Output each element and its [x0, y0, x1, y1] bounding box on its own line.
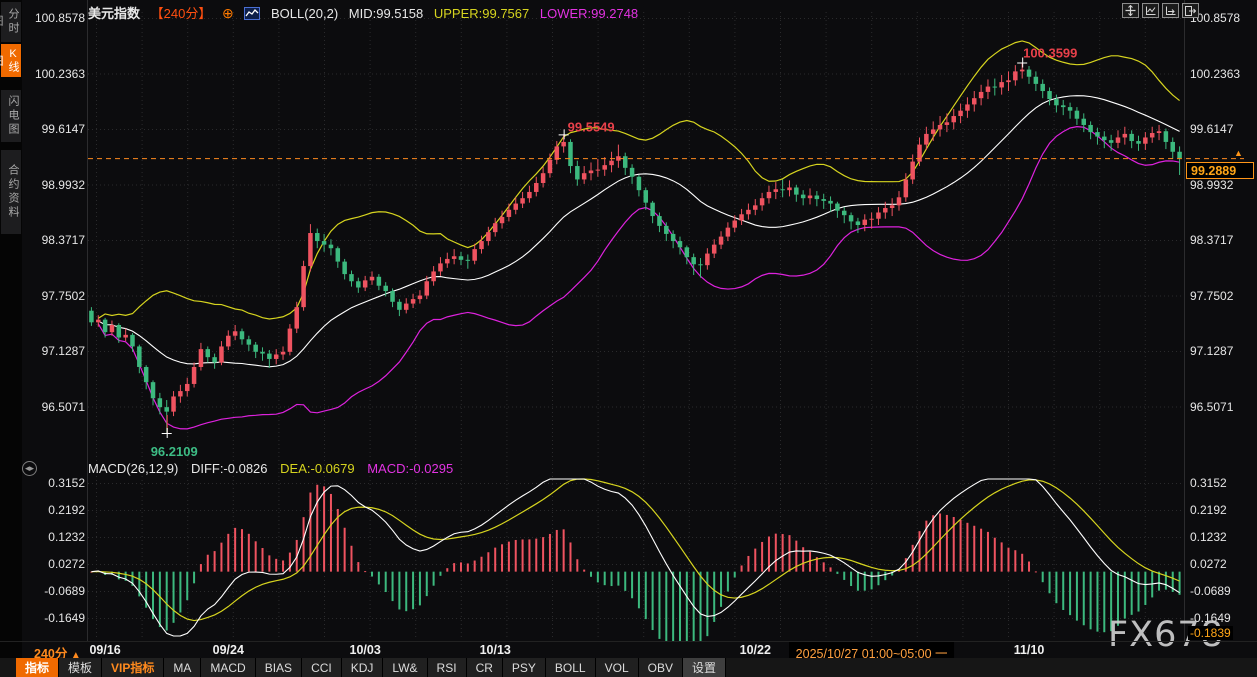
price-axis-label-right: 97.1287 [1190, 344, 1234, 358]
macd-axis-label-left: 0.0272 [48, 557, 85, 571]
x-axis-date-label: 10/22 [739, 643, 771, 657]
period-label: 【240分】 [150, 6, 212, 21]
macd-indicator-label: MACD(26,12,9) [88, 461, 179, 476]
boll-lower-value: LOWER:99.2748 [539, 6, 639, 21]
toolbar-item-模板[interactable]: 模板 [59, 658, 103, 677]
price-axis-label-right: 99.6147 [1190, 122, 1234, 136]
toolbar-item-LW&[interactable]: LW& [383, 658, 428, 677]
macd-axis-label-left: 0.1232 [48, 530, 85, 544]
toolbar-item-PSY[interactable]: PSY [502, 658, 546, 677]
toolbar-item-BOLL[interactable]: BOLL [545, 658, 596, 677]
chart-type-icon[interactable] [244, 7, 261, 23]
toolbar-item-OBV[interactable]: OBV [638, 658, 683, 677]
x-axis-date-label: 10/03 [349, 643, 381, 657]
sidebar-tab-合约资料[interactable]: 合约资料 [1, 150, 21, 234]
x-axis-date-label: 09/24 [212, 643, 244, 657]
macd-axis-label-left: -0.1649 [44, 611, 85, 625]
indicator-cycle-icon[interactable]: ◂▸ [22, 461, 37, 476]
boll-mid-value: MID:99.5158 [348, 6, 424, 21]
macd-axis-label-left: 0.2192 [48, 503, 85, 517]
toolbar-item-VIP指标[interactable]: VIP指标 [102, 658, 165, 677]
close-panel-icon[interactable] [1182, 3, 1199, 18]
x-axis-row: 09/16 09/24 10/03 10/13 10/22 11/10 2025/10/27… [0, 641, 1257, 663]
toolbar-item-KDJ[interactable]: KDJ [341, 658, 384, 677]
x-axis-date-label: 10/13 [479, 643, 511, 657]
price-axis-label-left: 99.6147 [41, 122, 85, 136]
toolbar-item-MA[interactable]: MA [164, 658, 202, 677]
toolbar-item-MACD[interactable]: MACD [201, 658, 256, 677]
price-axis-label-left: 97.7502 [41, 288, 85, 303]
boll-indicator-label: BOLL(20,2) [270, 6, 339, 21]
price-axis-label-right: 98.3717 [1190, 233, 1234, 247]
sidebar-tab-闪电图[interactable]: 闪电图 [1, 90, 21, 142]
price-axis-label-left: 100.2363 [34, 66, 85, 81]
axis-pan-icon[interactable] [1162, 3, 1179, 18]
macd-axis-label-left: 0.3152 [48, 476, 85, 490]
x-axis-date-label: 11/10 [1013, 643, 1045, 657]
chart-type-sidebar: 分时图K线图闪电图合约资料 [0, 0, 22, 677]
last-price-value: 99.2889 [1191, 163, 1237, 178]
add-compare-icon[interactable]: ⊕ [222, 5, 234, 21]
toolbar-item-RSI[interactable]: RSI [427, 658, 467, 677]
macd-axis-label-right: -0.0689 [1190, 584, 1231, 598]
macd-axis-label-left: -0.0689 [44, 584, 85, 598]
price-axis-label-left: 97.1287 [41, 344, 85, 358]
chart-header: 美元指数 【240分】 ⊕ BOLL(20,2) MID:99.5158 UPP… [88, 3, 645, 21]
axis-scale-icon[interactable] [1142, 3, 1159, 18]
x-axis-date-label: 09/16 [89, 643, 121, 657]
price-axis-label-left: 98.9932 [41, 177, 85, 192]
toolbar-item-设置[interactable]: 设置 [682, 658, 726, 677]
macd-axis-label-right: 0.0272 [1190, 557, 1227, 571]
macd-axis-min-label: -0.1839 [1188, 626, 1233, 640]
macd-bar-value: MACD:-0.0295 [367, 461, 454, 476]
toolbar-item-VOL[interactable]: VOL [595, 658, 639, 677]
indicator-toolbar: 指标 模板 VIP指标 MA MACD BIAS CCI KDJ LW& RSI CR PSY BOLL… [0, 658, 1257, 677]
symbol-name: 美元指数 [88, 6, 141, 21]
macd-dea-value: DEA:-0.0679 [280, 461, 355, 476]
macd-axis-label-right: 0.1232 [1190, 530, 1227, 544]
price-axis-label-right: 100.2363 [1190, 66, 1241, 81]
price-axis-label-left: 98.3717 [41, 233, 85, 247]
price-axis-label-right: 96.5071 [1190, 399, 1234, 414]
macd-axis-label-right: 0.3152 [1190, 476, 1227, 490]
candlestick-macd-chart-canvas[interactable] [0, 0, 1257, 677]
price-axis-label-left: 100.8578 [34, 11, 85, 25]
sidebar-tab-分时图[interactable]: 分时图 [0, 2, 21, 42]
toolbar-item-指标[interactable]: 指标 [16, 658, 60, 677]
toolbar-item-CR[interactable]: CR [466, 658, 503, 677]
toolbar-item-BIAS[interactable]: BIAS [255, 658, 303, 677]
chart-application-window: 分时图K线图闪电图合约资料 美元指数 【240分】 ⊕ BOLL(20,2) M… [0, 0, 1257, 677]
price-axis-label-left: 96.5071 [41, 399, 85, 414]
price-axis-label-right: 98.9932 [1190, 177, 1234, 192]
price-axis-label-right: 97.7502 [1190, 288, 1234, 303]
macd-header: MACD(26,12,9) DIFF:-0.0826 DEA:-0.0679 M… [88, 461, 462, 476]
sidebar-tab-K线图[interactable]: K线图 [0, 44, 21, 77]
pan-icon[interactable] [1122, 3, 1139, 18]
boll-upper-value: UPPER:99.7567 [433, 6, 530, 21]
window-icon-bar [1122, 3, 1199, 18]
last-price-box: 99.2889 [1186, 162, 1254, 179]
toolbar-item-CCI[interactable]: CCI [302, 658, 342, 677]
macd-axis-label-right: 0.2192 [1190, 503, 1227, 517]
macd-diff-value: DIFF:-0.0826 [190, 461, 268, 476]
